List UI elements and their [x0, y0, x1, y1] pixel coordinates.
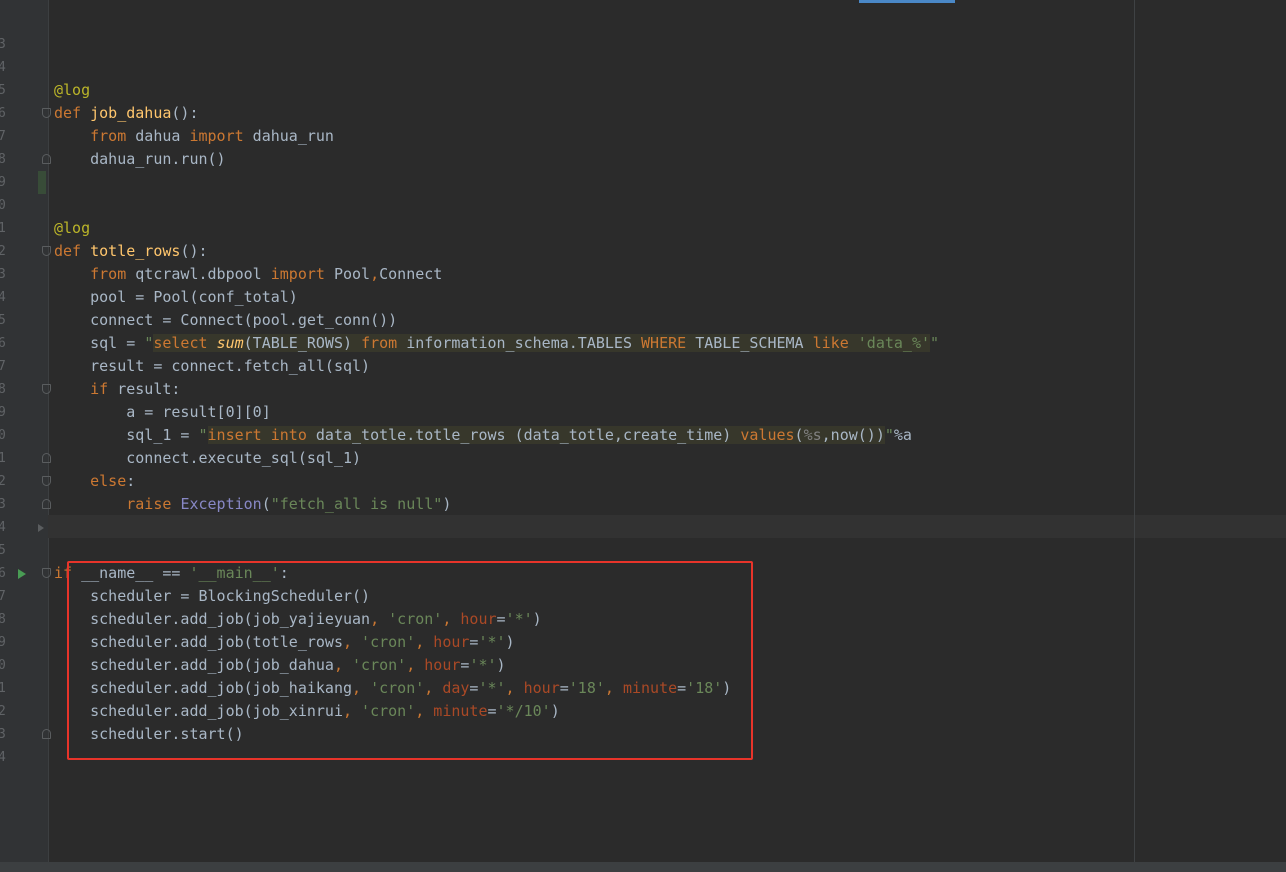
fold-icon	[42, 108, 51, 118]
line-number: 3	[0, 727, 6, 742]
line-number: 8	[0, 152, 6, 167]
line-number: 1	[0, 681, 6, 696]
line-number: 2	[0, 704, 6, 719]
line-number: 5	[0, 313, 6, 328]
code-line[interactable]: a = result[0][0]	[54, 401, 271, 424]
fold-icon	[42, 499, 51, 509]
code-line[interactable]: if result:	[54, 378, 180, 401]
code-line[interactable]: pool = Pool(conf_total)	[54, 286, 298, 309]
code-line[interactable]: raise Exception("fetch_all is null")	[54, 493, 451, 516]
line-number: 7	[0, 129, 6, 144]
line-number: 0	[0, 658, 6, 673]
line-number: 8	[0, 382, 6, 397]
line-number: 3	[0, 497, 6, 512]
line-number: 0	[0, 198, 6, 213]
code-line[interactable]: @log	[54, 79, 90, 102]
code-line[interactable]: connect = Connect(pool.get_conn())	[54, 309, 397, 332]
line-number: 9	[0, 635, 6, 650]
line-number: 2	[0, 244, 6, 259]
collapse-arrow-icon	[38, 524, 44, 532]
line-number: 1	[0, 451, 6, 466]
line-number-gutter: 3 4 5 6 7 8 9 0 1 2 3 4 5 6 7 8 9 0 1 2 3 4 5 6 7 8 9 0 1 2 3 4	[0, 0, 49, 872]
line-number: 6	[0, 106, 6, 121]
annotation-highlight-box	[67, 561, 753, 760]
run-icon[interactable]	[18, 569, 26, 579]
line-number: 9	[0, 175, 6, 190]
fold-icon	[42, 476, 51, 486]
fold-icon	[42, 384, 51, 394]
fold-icon	[42, 246, 51, 256]
right-margin-guide	[1134, 0, 1135, 862]
line-number: 6	[0, 566, 6, 581]
code-line[interactable]: sql_1 = "insert into data_totle.totle_ro…	[54, 424, 912, 447]
line-number: 4	[0, 290, 6, 305]
code-line[interactable]: dahua_run.run()	[54, 148, 225, 171]
code-line[interactable]: connect.execute_sql(sql_1)	[54, 447, 361, 470]
code-line[interactable]: def totle_rows():	[54, 240, 208, 263]
line-number: 9	[0, 405, 6, 420]
line-number: 4	[0, 750, 6, 765]
line-number: 3	[0, 37, 6, 52]
line-number: 0	[0, 428, 6, 443]
code-line[interactable]: sql = "select sum(TABLE_ROWS) from infor…	[54, 332, 939, 355]
line-number: 7	[0, 359, 6, 374]
code-line[interactable]: from dahua import dahua_run	[54, 125, 334, 148]
line-number: 3	[0, 267, 6, 282]
code-line[interactable]: from qtcrawl.dbpool import Pool,Connect	[54, 263, 442, 286]
line-number: 2	[0, 474, 6, 489]
line-number: 7	[0, 589, 6, 604]
code-line[interactable]: else:	[54, 470, 135, 493]
code-line[interactable]: result = connect.fetch_all(sql)	[54, 355, 370, 378]
line-number: 4	[0, 520, 6, 535]
fold-icon	[42, 453, 51, 463]
line-number: 6	[0, 336, 6, 351]
line-number: 8	[0, 612, 6, 627]
line-number: 5	[0, 543, 6, 558]
horizontal-scrollbar[interactable]	[0, 862, 1286, 872]
fold-icon	[42, 568, 51, 578]
line-number: 5	[0, 83, 6, 98]
line-number: 4	[0, 60, 6, 75]
code-line[interactable]: def job_dahua():	[54, 102, 199, 125]
fold-icon	[42, 154, 51, 164]
code-line[interactable]: @log	[54, 217, 90, 240]
change-marker	[38, 171, 46, 194]
fold-icon	[42, 729, 51, 739]
line-number: 1	[0, 221, 6, 236]
